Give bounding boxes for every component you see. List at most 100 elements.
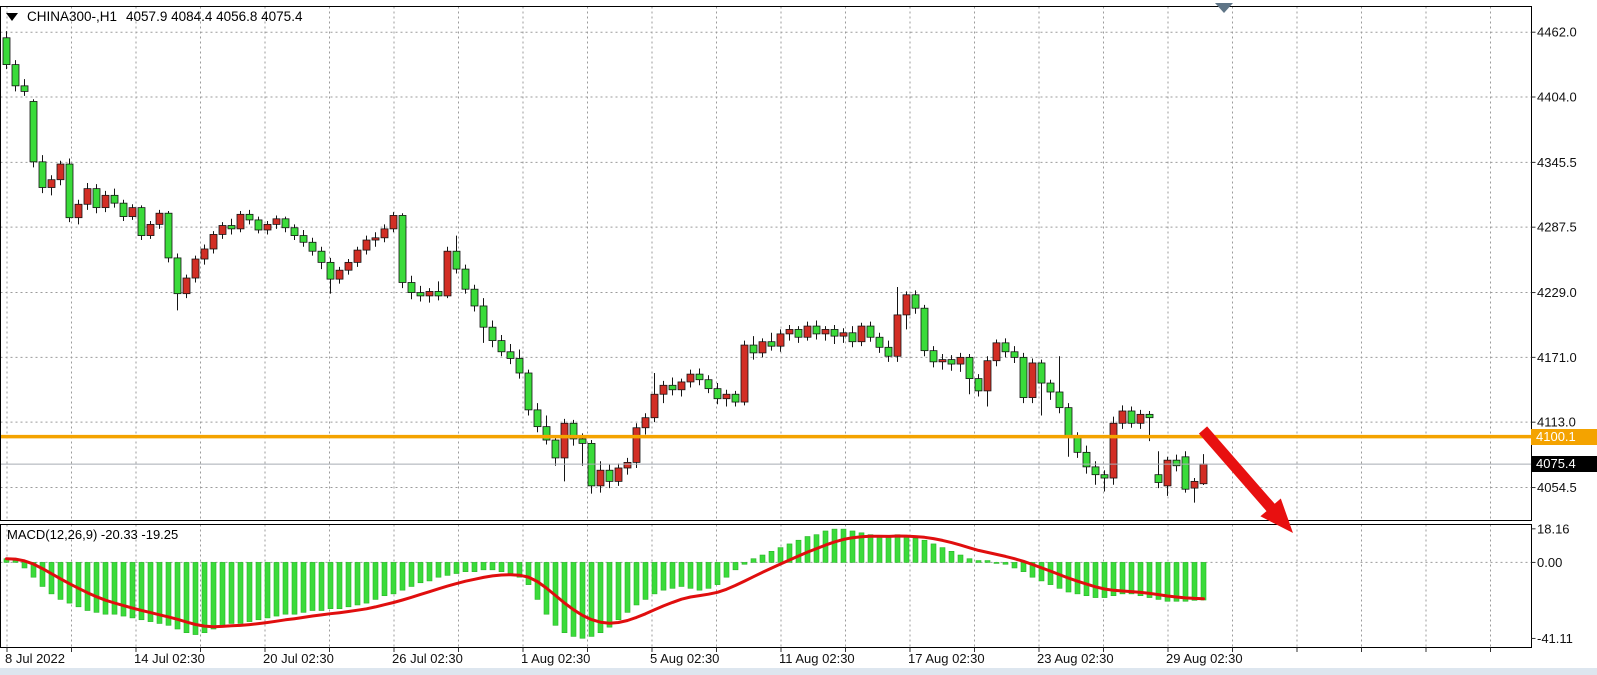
candle (444, 247, 451, 298)
candle-body-bear (921, 308, 928, 350)
candle (399, 213, 406, 288)
candle-body-bull (345, 262, 352, 270)
time-axis-label[interactable]: 17 Aug 02:30 (908, 651, 985, 666)
candle-body-bear (930, 351, 937, 362)
chart-canvas: 4462.04404.04345.54287.54229.04171.04113… (0, 0, 1597, 675)
macd-histogram-bar (1039, 562, 1044, 580)
macd-histogram-bar (580, 562, 585, 638)
macd-histogram-bar (949, 551, 954, 562)
candle (633, 423, 640, 468)
candle-body-bear (165, 213, 172, 258)
candle-body-bull (1200, 464, 1207, 484)
macd-histogram-bar (454, 562, 459, 573)
time-axis-label[interactable]: 5 Aug 02:30 (650, 651, 719, 666)
candle-body-bull (741, 345, 748, 402)
candle-body-bear (885, 347, 892, 356)
macd-histogram-bar (670, 562, 675, 588)
candle-body-bear (813, 326, 820, 334)
candle (741, 341, 748, 406)
macd-histogram-bar (1102, 562, 1107, 597)
candle-body-bull (201, 249, 208, 259)
candle-body-bear (696, 374, 703, 380)
macd-histogram-bar (499, 562, 504, 571)
macd-histogram-bar (922, 540, 927, 562)
macd-histogram-bar (292, 562, 297, 614)
candle-body-bull (687, 374, 694, 382)
macd-histogram-bar (1048, 562, 1053, 584)
candle-body-bear (831, 329, 838, 336)
macd-histogram-bar (769, 551, 774, 562)
candle-body-bear (309, 242, 316, 251)
candle-body-bear (120, 203, 127, 216)
candle-body-bull (390, 215, 397, 228)
candle (1020, 353, 1027, 403)
time-axis-label[interactable]: 11 Aug 02:30 (779, 651, 855, 666)
symbol-period-label: CHINA300-,H1 (27, 9, 117, 24)
symbol-dropdown-icon[interactable] (6, 13, 18, 21)
candle-body-bull (615, 468, 622, 481)
candle-body-bear (1101, 475, 1108, 478)
macd-histogram-bar (976, 561, 981, 563)
macd-histogram-bar (760, 555, 765, 562)
price-axis-label: 4113.0 (1537, 415, 1576, 430)
macd-histogram-bar (841, 529, 846, 562)
macd-histogram-bar (895, 535, 900, 563)
candle-body-bear (12, 65, 19, 86)
candle-body-bear (525, 373, 532, 410)
macd-histogram-bar (634, 562, 639, 605)
candle-body-bear (489, 327, 496, 340)
candle-body-bear (453, 251, 460, 269)
candle-body-bear (1056, 392, 1063, 408)
macd-histogram-bar (409, 562, 414, 586)
macd-histogram-bar (958, 555, 963, 562)
candle (30, 99, 37, 167)
candle-body-bear (1173, 460, 1180, 466)
candle-body-bear (1092, 467, 1099, 475)
macd-histogram-bar (832, 529, 837, 562)
candle-body-bull (426, 291, 433, 295)
candle-body-bear (399, 215, 406, 282)
candle-body-bear (966, 357, 973, 378)
candle-body-bull (210, 234, 217, 249)
candle-body-bear (30, 101, 37, 161)
candle-body-bull (48, 180, 55, 188)
time-axis-label[interactable]: 1 Aug 02:30 (521, 651, 590, 666)
macd-histogram-bar (274, 562, 279, 616)
macd-histogram-bar (940, 548, 945, 563)
time-axis-label[interactable]: 29 Aug 02:30 (1166, 651, 1243, 666)
macd-histogram-bar (229, 562, 234, 623)
macd-histogram-bar (400, 562, 405, 590)
time-axis-label[interactable]: 14 Jul 02:30 (134, 651, 205, 666)
macd-histogram-bar (643, 562, 648, 599)
time-axis-label[interactable]: 8 Jul 2022 (5, 651, 65, 666)
macd-histogram-bar (886, 537, 891, 563)
candle-body-bull (777, 334, 784, 346)
candle-body-bear (408, 282, 415, 292)
candle-body-bull (993, 343, 1000, 361)
title-ohlc-values: 4057.9 4084.4 4056.8 4075.4 (126, 9, 302, 24)
macd-histogram-bar (418, 562, 423, 582)
candle-body-bear (471, 289, 478, 306)
macd-histogram-bar (364, 562, 369, 603)
macd-histogram-bar (490, 562, 495, 569)
time-axis-label[interactable]: 26 Jul 02:30 (392, 651, 463, 666)
candle-body-bull (147, 224, 154, 235)
candle-body-bear (1182, 457, 1189, 489)
candle-body-bear (975, 379, 982, 391)
candle-body-bull (660, 385, 667, 394)
macd-histogram-bar (22, 562, 27, 568)
candle-body-bull (129, 208, 136, 217)
time-axis-label[interactable]: 20 Jul 02:30 (263, 651, 334, 666)
macd-indicator-label: MACD(12,26,9) -20.33 -19.25 (7, 527, 178, 542)
candle-body-bull (75, 204, 82, 217)
candle-body-bear (768, 342, 775, 346)
candle-body-bear (732, 394, 739, 402)
macd-histogram-bar (337, 562, 342, 608)
candle-body-bear (462, 269, 469, 289)
macd-histogram-bar (751, 559, 756, 563)
candle-body-bull (840, 333, 847, 336)
time-axis-label[interactable]: 23 Aug 02:30 (1037, 651, 1114, 666)
candle (138, 205, 145, 240)
macd-histogram-bar (481, 562, 486, 569)
candle-body-bear (867, 326, 874, 337)
